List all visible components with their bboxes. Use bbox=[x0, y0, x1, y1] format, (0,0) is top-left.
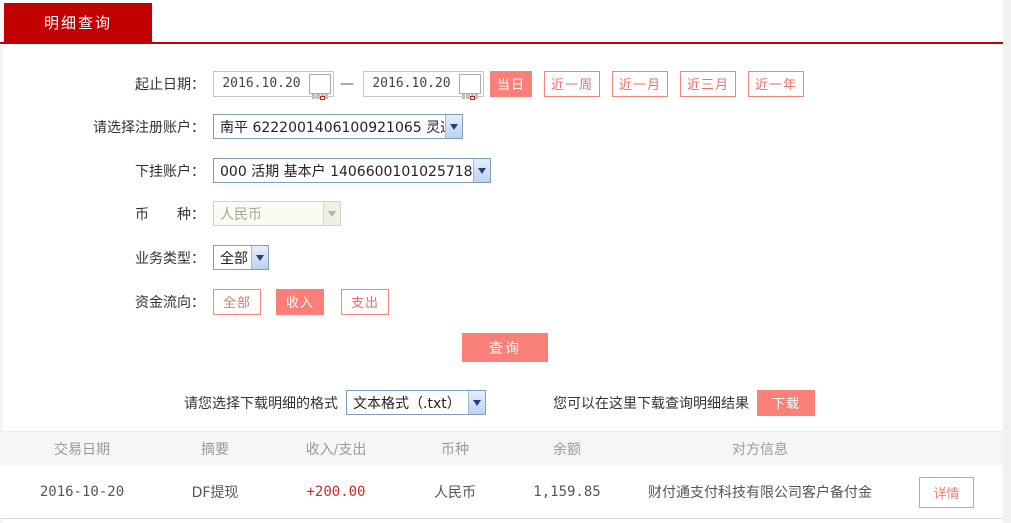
chevron-down-icon bbox=[251, 246, 268, 269]
register-account-label: 请选择注册账户： bbox=[93, 119, 205, 136]
business-type-select[interactable]: 全部 bbox=[213, 245, 269, 270]
download-hint: 您可以在这里下载查询明细结果 bbox=[553, 395, 749, 412]
download-format-select[interactable]: 文本格式（.txt） bbox=[346, 390, 486, 415]
quick-range-month-button[interactable]: 近一月 bbox=[612, 70, 669, 97]
date-range-label: 起止日期： bbox=[135, 76, 205, 93]
flow-expense-button[interactable]: 支出 bbox=[341, 288, 390, 315]
chevron-down-icon bbox=[468, 391, 485, 414]
download-row: 请您选择下载明细的格式 文本格式（.txt） 您可以在这里下载查询明细结果 下载 bbox=[0, 389, 815, 416]
date-separator: — bbox=[340, 75, 354, 92]
flow-all-button[interactable]: 全部 bbox=[213, 288, 262, 315]
quick-range-year-button[interactable]: 近一年 bbox=[748, 70, 805, 97]
header-summary: 摘要 bbox=[201, 442, 229, 458]
quick-range-week-button[interactable]: 近一周 bbox=[544, 70, 601, 97]
header-amount: 收入/支出 bbox=[305, 442, 367, 458]
table-header-row: 交易日期 摘要 收入/支出 币种 余额 对方信息 bbox=[0, 431, 1003, 466]
cell-currency: 人民币 bbox=[434, 485, 476, 501]
chevron-down-icon bbox=[445, 115, 462, 138]
business-type-value: 全部 bbox=[220, 250, 248, 267]
fund-flow-label: 资金流向： bbox=[135, 294, 205, 311]
download-format-value: 文本格式（.txt） bbox=[353, 395, 461, 412]
register-account-row: 请选择注册账户： 南平 6222001406100921065 灵通卡 bbox=[0, 114, 463, 139]
register-account-select[interactable]: 南平 6222001406100921065 灵通卡 bbox=[213, 114, 463, 139]
chevron-down-icon bbox=[323, 202, 340, 225]
header-currency: 币种 bbox=[441, 442, 469, 458]
quick-range-quarter-button[interactable]: 近三月 bbox=[680, 70, 737, 97]
tab-underline bbox=[0, 42, 1003, 44]
quick-range-today-button[interactable]: 当日 bbox=[490, 70, 533, 97]
tab-detail-query[interactable]: 明细查询 bbox=[4, 3, 152, 42]
sub-account-select[interactable]: 000 活期 基本户 140660010102571848 bbox=[213, 158, 491, 183]
flow-income-button[interactable]: 收入 bbox=[276, 288, 325, 315]
query-button[interactable]: 查询 bbox=[462, 333, 548, 362]
cell-amount: +200.00 bbox=[306, 484, 366, 500]
currency-row: 币 种： 人民币 bbox=[0, 201, 341, 226]
header-counterparty: 对方信息 bbox=[732, 442, 788, 458]
scrollbar-track[interactable] bbox=[1003, 0, 1011, 523]
sub-account-label: 下挂账户： bbox=[135, 163, 205, 180]
detail-button[interactable]: 详情 bbox=[919, 476, 974, 508]
cell-counterparty: 财付通支付科技有限公司客户备付金 bbox=[648, 485, 872, 501]
start-date-input[interactable]: 2016.10.20 bbox=[213, 70, 334, 100]
results-table: 交易日期 摘要 收入/支出 币种 余额 对方信息 2016-10-20 DF提现… bbox=[0, 431, 1003, 519]
cell-date: 2016-10-20 bbox=[39, 484, 125, 500]
start-date-value: 2016.10.20 bbox=[222, 76, 301, 91]
end-date-input[interactable]: 2016.10.20 bbox=[363, 70, 484, 100]
end-date-value: 2016.10.20 bbox=[372, 76, 451, 91]
calendar-icon[interactable] bbox=[459, 73, 481, 100]
currency-value: 人民币 bbox=[220, 206, 262, 223]
download-button[interactable]: 下载 bbox=[757, 389, 815, 416]
currency-select: 人民币 bbox=[213, 201, 341, 226]
download-format-label: 请您选择下载明细的格式 bbox=[184, 395, 338, 412]
register-account-value: 南平 6222001406100921065 灵通卡 bbox=[220, 119, 445, 136]
business-type-label: 业务类型： bbox=[135, 250, 205, 267]
fund-flow-row: 资金流向： 全部 收入 支出 bbox=[0, 288, 390, 315]
table-row: 2016-10-20 DF提现 +200.00 人民币 1,159.85 财付通… bbox=[0, 466, 1003, 519]
date-range-row: 起止日期： 2016.10.20 — 2016.10.20 当日 近一周 近一月… bbox=[0, 70, 805, 100]
header-date: 交易日期 bbox=[54, 442, 110, 458]
header-balance: 余额 bbox=[553, 442, 581, 458]
business-type-row: 业务类型： 全部 bbox=[0, 245, 269, 270]
currency-label: 币 种： bbox=[135, 206, 205, 223]
sub-account-value: 000 活期 基本户 140660010102571848 bbox=[220, 163, 473, 180]
chevron-down-icon bbox=[473, 159, 490, 182]
sub-account-row: 下挂账户： 000 活期 基本户 140660010102571848 bbox=[0, 158, 491, 183]
cell-balance: 1,159.85 bbox=[533, 484, 601, 500]
calendar-icon[interactable] bbox=[309, 73, 331, 100]
cell-summary: DF提现 bbox=[191, 485, 239, 501]
